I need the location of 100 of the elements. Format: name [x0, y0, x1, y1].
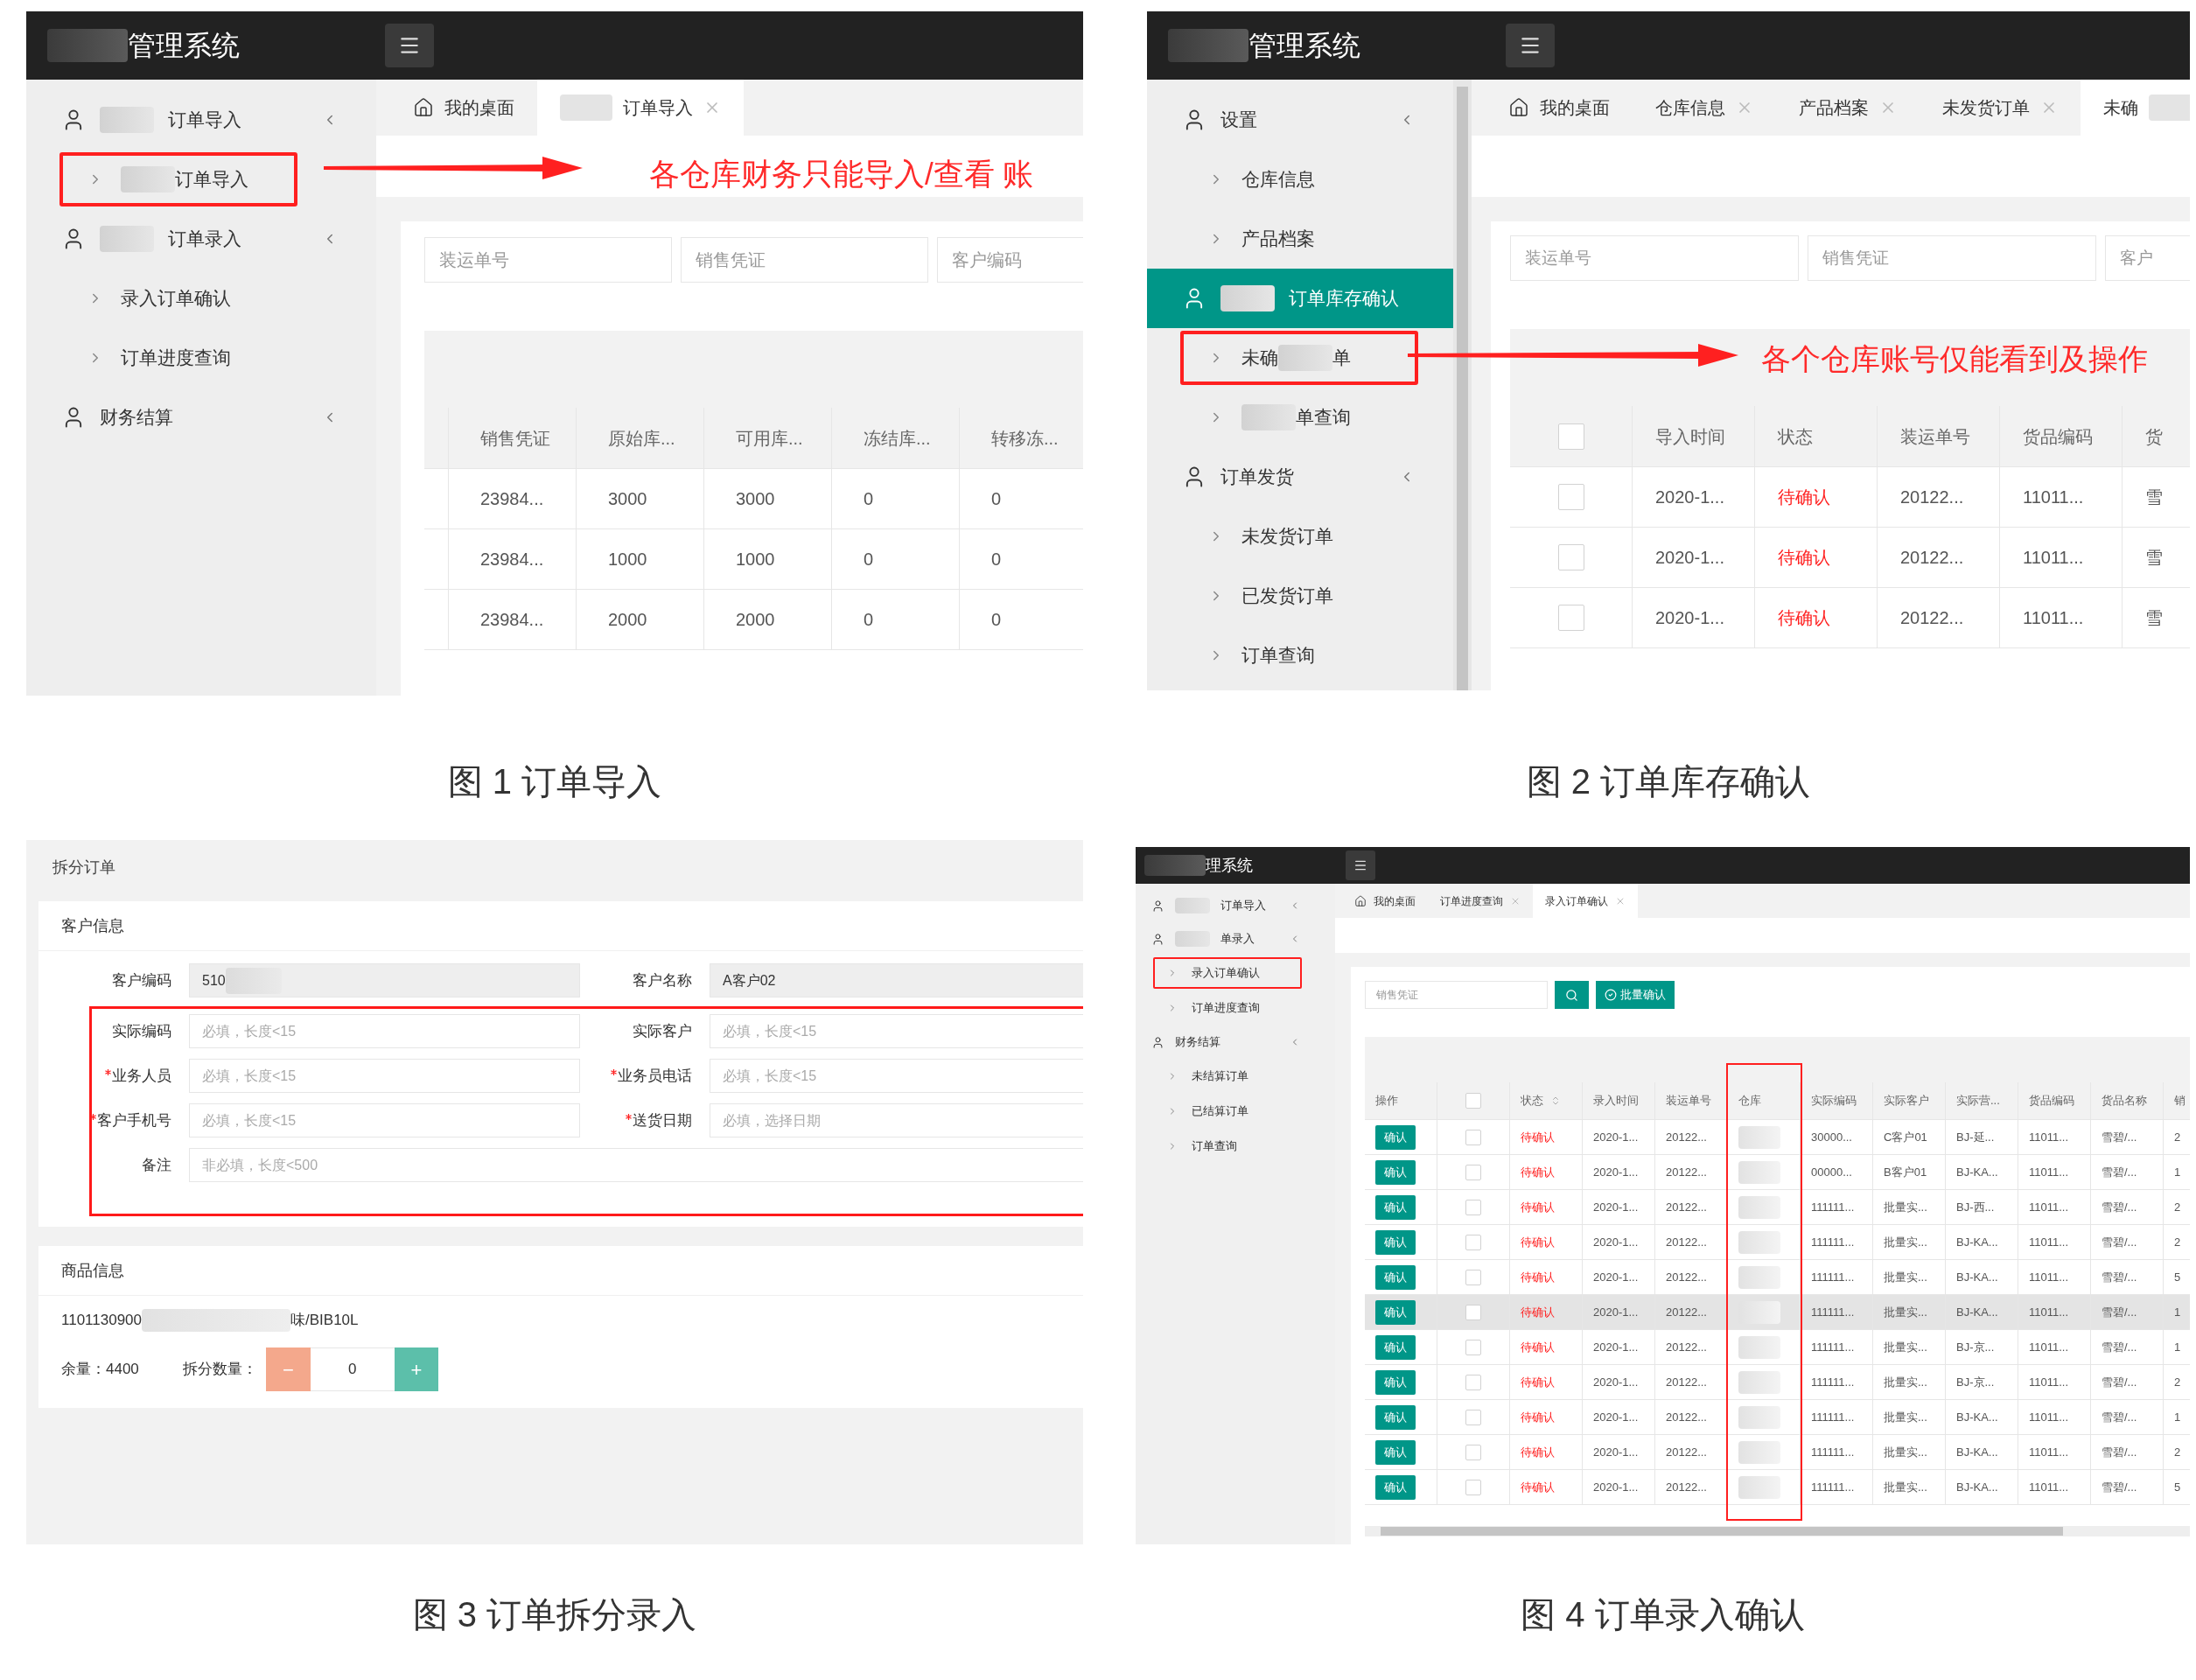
- sidebar-group[interactable]: 订单导入: [26, 90, 376, 150]
- text-field[interactable]: A客户02: [710, 963, 1083, 998]
- confirm-button[interactable]: 确认: [1375, 1439, 1416, 1465]
- sidebar-item[interactable]: 未发货订单: [1180, 509, 1418, 564]
- sidebar-item[interactable]: 产品档案: [1180, 212, 1418, 266]
- app-title: 理系统: [1206, 855, 1253, 876]
- confirm-button[interactable]: 确认: [1375, 1229, 1416, 1255]
- table-cell-text: 2000: [736, 609, 775, 631]
- tab[interactable]: 仓库信息: [1633, 80, 1776, 136]
- search-button[interactable]: [1555, 981, 1589, 1009]
- tab[interactable]: 订单进度查询: [1428, 884, 1533, 918]
- menu-button[interactable]: [1346, 850, 1375, 880]
- text-field[interactable]: 必填，长度<15: [710, 1014, 1083, 1048]
- tab[interactable]: 录入订单确认: [1533, 884, 1638, 918]
- checkbox[interactable]: [1557, 605, 1584, 631]
- table-cell-text: 20122...: [1666, 1374, 1707, 1390]
- text-field[interactable]: 510: [189, 963, 580, 998]
- checkbox[interactable]: [1465, 1479, 1481, 1495]
- text-field[interactable]: 必填，长度<15: [189, 1059, 580, 1093]
- filter-field[interactable]: 销售凭证: [1808, 235, 2096, 281]
- table-cell-text: 23984...: [480, 488, 544, 510]
- confirm-button[interactable]: 确认: [1375, 1474, 1416, 1500]
- tab[interactable]: 我的桌面: [1486, 80, 1633, 136]
- column-header: 导入时间: [1655, 425, 1725, 448]
- checkbox[interactable]: [1557, 544, 1584, 570]
- table-cell-text: 批量实...: [1884, 1339, 1927, 1355]
- tab[interactable]: 我的桌面: [1342, 884, 1428, 918]
- checkbox[interactable]: [1465, 1199, 1481, 1215]
- text-field[interactable]: 必填，长度<15: [189, 1014, 580, 1048]
- menu-button[interactable]: [1506, 24, 1555, 67]
- tab[interactable]: 订单导入: [537, 80, 744, 136]
- table-cell-text: 雪: [2145, 486, 2163, 508]
- confirm-button[interactable]: 确认: [1375, 1194, 1416, 1220]
- column-header: 录入时间: [1593, 1093, 1639, 1110]
- checkbox[interactable]: [1465, 1234, 1481, 1250]
- sidebar-item[interactable]: 订单进度查询: [1153, 992, 1302, 1024]
- table-cell-text: 111111...: [1811, 1409, 1855, 1425]
- quantity-field[interactable]: 0: [310, 1348, 395, 1391]
- sidebar-group[interactable]: 订单录入: [26, 209, 376, 269]
- sidebar-group[interactable]: 单录入: [1136, 922, 1335, 956]
- confirm-button[interactable]: 确认: [1375, 1334, 1416, 1360]
- status-text: 待确认: [1521, 1409, 1555, 1425]
- sidebar-group[interactable]: 订单库存确认: [1147, 269, 1453, 328]
- tab[interactable]: 产品档案: [1776, 80, 1920, 136]
- tab[interactable]: 我的桌面: [390, 80, 537, 136]
- confirm-button[interactable]: 确认: [1375, 1159, 1416, 1185]
- table-cell-text: BJ-西...: [1956, 1199, 1995, 1215]
- checkbox[interactable]: [1465, 1444, 1481, 1460]
- checkbox[interactable]: [1465, 1093, 1481, 1109]
- table-cell-text: 11011...: [2029, 1304, 2069, 1320]
- confirm-button[interactable]: 确认: [1375, 1369, 1416, 1395]
- confirm-button[interactable]: 确认: [1375, 1264, 1416, 1290]
- sidebar-group[interactable]: 设置: [1147, 90, 1453, 150]
- sidebar-item[interactable]: 录入订单确认: [1153, 957, 1302, 989]
- checkbox[interactable]: [1465, 1339, 1481, 1355]
- sort-icon[interactable]: [1550, 1096, 1561, 1106]
- filter-field[interactable]: 装运单号: [424, 237, 672, 283]
- sidebar-item[interactable]: 订单查询: [1180, 628, 1418, 682]
- confirm-button[interactable]: 确认: [1375, 1404, 1416, 1430]
- filter-field[interactable]: 装运单号: [1510, 235, 1799, 281]
- text-field[interactable]: 必填，长度<15: [189, 1103, 580, 1138]
- filter-field[interactable]: 销售凭证: [681, 237, 928, 283]
- sidebar-item[interactable]: 订单进度查询: [59, 331, 297, 385]
- table-cell-text: 20122...: [1666, 1129, 1707, 1145]
- filter-field[interactable]: 客户: [2105, 235, 2190, 281]
- confirm-button[interactable]: 确认: [1375, 1299, 1416, 1325]
- checkbox[interactable]: [1557, 484, 1584, 510]
- sidebar-item[interactable]: 已结算订单: [1153, 1096, 1302, 1127]
- sidebar-item[interactable]: 单查询: [1180, 390, 1418, 444]
- sidebar-group[interactable]: 财务结算: [1136, 1026, 1335, 1059]
- table-cell-text: 111111...: [1811, 1304, 1855, 1320]
- sidebar-item[interactable]: 订单导入: [59, 152, 297, 206]
- text-field[interactable]: 必填，长度<15: [710, 1059, 1083, 1093]
- table-cell-text: 5: [2174, 1479, 2181, 1495]
- checkbox[interactable]: [1465, 1269, 1481, 1285]
- sidebar-item[interactable]: 未结算订单: [1153, 1060, 1302, 1092]
- tab[interactable]: 未发货订单: [1920, 80, 2081, 136]
- checkbox[interactable]: [1465, 1374, 1481, 1390]
- sidebar-item[interactable]: 已发货订单: [1180, 569, 1418, 623]
- batch-confirm-button[interactable]: 批量确认: [1596, 981, 1675, 1009]
- tab[interactable]: 未确: [2081, 80, 2190, 136]
- sidebar-group[interactable]: 订单发货: [1147, 447, 1453, 507]
- sidebar-item[interactable]: 仓库信息: [1180, 152, 1418, 206]
- table-cell-text: 11011...: [2029, 1339, 2069, 1355]
- checkbox[interactable]: [1465, 1129, 1481, 1145]
- checkbox[interactable]: [1465, 1304, 1481, 1320]
- menu-button[interactable]: [385, 24, 434, 67]
- search-field[interactable]: 销售凭证: [1365, 981, 1548, 1009]
- sidebar-group[interactable]: 订单导入: [1136, 889, 1335, 922]
- confirm-button[interactable]: 确认: [1375, 1124, 1416, 1150]
- checkbox[interactable]: [1465, 1409, 1481, 1425]
- text-field[interactable]: 非必填，长度<500: [189, 1148, 1083, 1182]
- checkbox[interactable]: [1557, 423, 1584, 450]
- checkbox[interactable]: [1465, 1164, 1481, 1180]
- sidebar-item[interactable]: 录入订单确认: [59, 271, 297, 326]
- sidebar-item[interactable]: 未确 单: [1180, 331, 1418, 385]
- sidebar-group[interactable]: 财务结算: [26, 388, 376, 447]
- filter-field[interactable]: 客户编码: [937, 237, 1083, 283]
- text-field[interactable]: 必填，选择日期: [710, 1103, 1083, 1138]
- sidebar-item[interactable]: 订单查询: [1153, 1130, 1302, 1162]
